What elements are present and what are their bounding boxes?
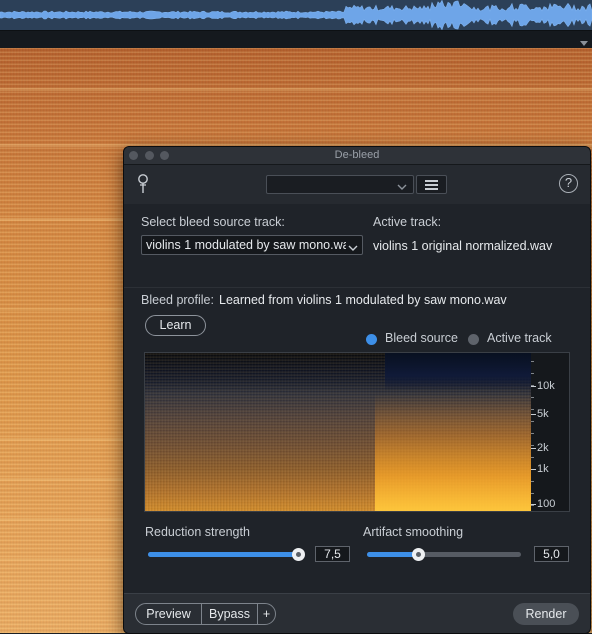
frequency-tick-label: 10k [537,380,555,392]
chevron-down-icon [348,240,358,254]
frequency-minor-tick [531,385,534,386]
frequency-minor-tick [531,469,534,470]
profile-panel: Bleed profile: Learned from violins 1 mo… [124,288,590,593]
frequency-tick [531,386,536,387]
dialog-footer: Preview Bypass + Render [124,593,590,633]
artifact-smoothing-slider[interactable] [367,548,521,561]
bleed-source-radio[interactable] [366,334,377,345]
waveform-overview[interactable] [0,0,592,30]
track-selection-panel: Select bleed source track: violins 1 mod… [124,205,590,288]
de-bleed-dialog: De-bleed ? Select bleed source track: vi… [123,146,591,634]
reduction-strength-fill [148,552,298,557]
learn-button[interactable]: Learn [145,315,206,336]
frequency-tick-label: 2k [537,442,549,454]
bleed-spectrogram [145,353,531,511]
reduction-strength-thumb[interactable] [292,548,305,561]
reduction-strength-value[interactable]: 7,5 [315,546,350,562]
waveform-graphic [0,0,592,30]
bypass-button[interactable]: Bypass [201,603,258,625]
presets-menu-button[interactable] [416,175,447,194]
dialog-titlebar[interactable]: De-bleed [124,147,590,165]
frequency-tick-label: 1k [537,463,549,475]
frequency-minor-tick [531,397,534,398]
timeline-ruler[interactable] [0,30,592,49]
artifact-smoothing-value[interactable]: 5,0 [534,546,569,562]
preview-button[interactable]: Preview [135,603,202,625]
microphone-icon[interactable] [137,174,149,201]
frequency-tick-label: 100 [537,498,556,510]
artifact-smoothing-fill [367,552,418,557]
reduction-strength-slider[interactable] [148,548,305,561]
dialog-toolbar: ? [124,165,590,204]
artifact-smoothing-label: Artifact smoothing [363,525,464,539]
frequency-tick [531,414,536,415]
frequency-tick [531,448,536,449]
bleed-spectrum-display: 10k 5k 2k 1k 100 [144,352,570,512]
chevron-down-icon [397,179,407,197]
dialog-title: De-bleed [334,149,380,161]
frequency-minor-tick [531,409,534,410]
frequency-minor-tick [531,493,534,494]
active-track-value: violins 1 original normalized.wav [373,239,553,253]
preset-dropdown[interactable] [266,175,414,194]
frequency-minor-tick [531,481,534,482]
bleed-source-radio-label: Bleed source [385,331,458,345]
bleed-profile-value: Learned from violins 1 modulated by saw … [219,293,507,307]
frequency-minor-tick [531,433,534,434]
frequency-minor-tick [531,361,534,362]
bleed-profile-label: Bleed profile: [141,293,214,307]
active-track-radio-label: Active track [487,331,552,345]
frequency-minor-tick [531,421,534,422]
active-track-radio[interactable] [468,334,479,345]
bleed-source-value: violins 1 modulated by saw mono.wav [146,238,346,252]
help-icon: ? [564,175,573,190]
reduction-strength-label: Reduction strength [145,525,250,539]
frequency-minor-tick [531,505,534,506]
render-button[interactable]: Render [513,603,579,625]
add-button[interactable]: + [257,603,276,625]
frequency-minor-tick [531,445,534,446]
source-track-label: Select bleed source track: [141,215,285,229]
frequency-tick-label: 5k [537,408,549,420]
frequency-minor-tick [531,457,534,458]
playhead-marker-icon [580,41,588,46]
frequency-axis: 10k 5k 2k 1k 100 [531,353,569,511]
active-track-label: Active track: [373,215,442,229]
artifact-smoothing-thumb[interactable] [411,548,425,561]
frequency-minor-tick [531,373,534,374]
help-button[interactable]: ? [559,174,578,193]
bleed-source-dropdown[interactable]: violins 1 modulated by saw mono.wav [141,235,363,255]
